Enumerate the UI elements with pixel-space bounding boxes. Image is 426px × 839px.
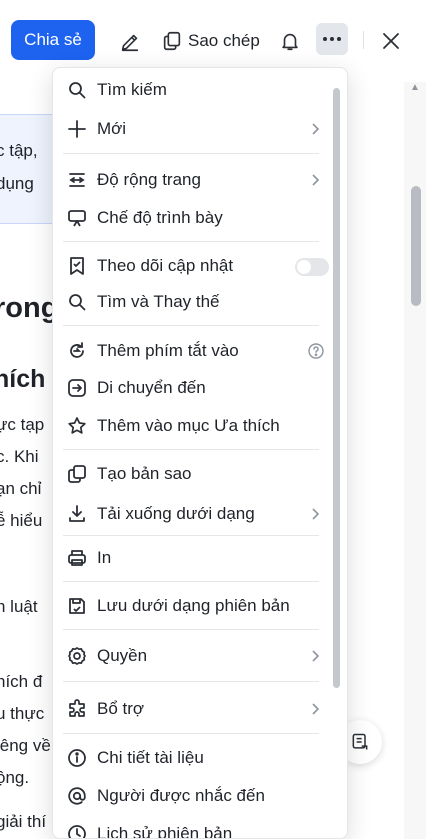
menu-scrollbar[interactable] [333,88,340,688]
menu-item-label: Tìm và Thay thế [97,292,220,311]
page-scrollbar-thumb[interactable] [411,186,421,306]
chevron-right-icon [307,121,323,137]
menu-divider [63,325,319,326]
history-icon [67,824,87,838]
menu-divider [63,733,319,734]
more-options-menu: Tìm kiếm Mới Độ rộng trang Chế độ trình … [52,67,348,839]
chevron-right-icon [307,648,323,664]
doc-heading-1: rong [0,292,59,324]
menu-item-label: Mới [97,119,127,138]
share-button[interactable]: Chia sẻ [11,20,95,60]
chevron-right-icon [307,701,323,717]
download-icon [67,504,87,524]
edit-pencil-icon[interactable] [118,30,142,54]
scroll-up-arrow-icon[interactable]: ▲ [410,82,420,93]
menu-item-new[interactable]: Mới [61,112,329,146]
search-icon [67,80,87,100]
menu-item-label: Lưu dưới dạng phiên bản [97,596,290,615]
at-icon [67,786,87,806]
menu-item-label: Thêm vào mục Ưa thích [97,416,280,435]
shortcut-icon [67,341,87,361]
save-version-icon [67,596,87,616]
menu-divider [63,629,319,630]
menu-item-label: Tạo bản sao [97,464,192,483]
menu-item-label: Lịch sử phiên bản [97,824,233,839]
more-dots-icon [323,37,341,41]
duplicate-icon [67,464,87,484]
doc-paragraph-line: c. Khi [0,447,39,466]
menu-item-permissions[interactable]: Quyền [61,639,329,673]
menu-item-download-as[interactable]: Tải xuống dưới dạng [61,497,329,531]
comment-icon [352,733,368,750]
doc-paragraph-line: ực tạp [0,415,45,434]
star-icon [67,416,87,436]
menu-item-label: Quyền [97,646,148,665]
doc-paragraph-line: ễ hiểu [0,511,43,530]
bookmark-bell-icon [67,256,87,276]
menu-item-print[interactable]: In [61,541,329,575]
menu-item-save-as-version[interactable]: Lưu dưới dạng phiên bản [61,589,329,623]
menu-item-plugins[interactable]: Bổ trợ [61,692,329,726]
menu-item-label: Chế độ trình bày [97,208,223,227]
menu-divider [63,681,319,682]
doc-paragraph-line: n luật [0,597,38,616]
copy-icon[interactable] [160,30,184,52]
info-icon [67,748,87,768]
copy-button-label[interactable]: Sao chép [188,31,260,51]
menu-item-duplicate[interactable]: Tạo bản sao [61,457,329,491]
menu-item-label: Tải xuống dưới dạng [97,504,255,523]
gear-icon [67,646,87,666]
menu-item-search[interactable]: Tìm kiếm [61,73,329,107]
presentation-icon [67,208,87,228]
menu-divider [63,153,319,154]
menu-item-label: Thêm phím tắt vào [97,341,239,360]
doc-paragraph-line: hích đ [0,672,43,691]
menu-divider [63,449,319,450]
plugin-icon [67,699,87,719]
menu-item-follow-updates[interactable]: Theo dõi cập nhật [61,249,329,283]
plus-icon [67,119,87,139]
menu-item-presentation-mode[interactable]: Chế độ trình bày [61,201,329,235]
doc-heading-2: hích [0,365,46,393]
print-icon [67,548,87,568]
menu-item-page-width[interactable]: Độ rộng trang [61,163,329,197]
doc-callout-line: c tập, [0,141,38,160]
help-circle-icon[interactable] [307,342,325,360]
menu-item-label: Tìm kiếm [97,80,167,99]
doc-callout-line: dụng [0,174,34,193]
menu-divider [63,581,319,582]
chevron-right-icon [307,172,323,188]
find-replace-icon [67,292,87,312]
menu-item-add-favorite[interactable]: Thêm vào mục Ưa thích [61,409,329,443]
menu-item-version-history[interactable]: Lịch sử phiên bản [61,817,329,839]
follow-updates-toggle[interactable] [295,258,329,276]
chevron-right-icon [307,506,323,522]
menu-item-label: Di chuyển đến [97,378,206,397]
page-width-icon [67,170,87,190]
doc-paragraph-line: ộng. [0,768,30,787]
menu-item-move-to[interactable]: Di chuyển đến [61,371,329,405]
doc-paragraph-line: giải thí [0,812,47,831]
menu-item-label: Chi tiết tài liệu [97,748,204,767]
menu-item-label: Theo dõi cập nhật [97,256,234,275]
move-to-icon [67,378,87,398]
doc-paragraph-line: ạn chỉ [0,479,42,498]
menu-item-label: In [97,548,112,567]
menu-item-document-details[interactable]: Chi tiết tài liệu [61,741,329,775]
close-icon[interactable] [380,30,402,52]
menu-item-find-replace[interactable]: Tìm và Thay thế [61,285,329,319]
bell-icon[interactable] [278,29,302,53]
menu-item-label: Người được nhắc đến [97,786,265,805]
more-options-button[interactable] [316,23,348,55]
menu-item-add-shortcut[interactable]: Thêm phím tắt vào [61,334,329,368]
toolbar-divider [363,31,364,49]
menu-divider [63,535,319,536]
menu-item-label: Bổ trợ [97,699,145,718]
menu-item-mentioned-people[interactable]: Người được nhắc đến [61,779,329,813]
doc-paragraph-line: iêng về [0,736,51,755]
menu-item-label: Độ rộng trang [97,170,201,189]
doc-paragraph-line: u thực [0,704,45,723]
menu-divider [63,241,319,242]
